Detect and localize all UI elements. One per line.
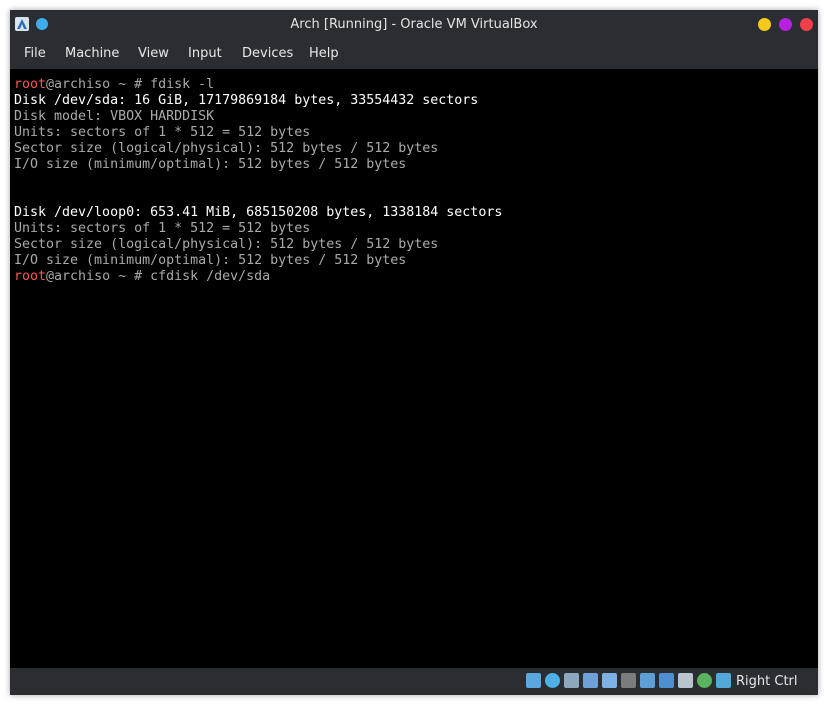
close-button[interactable] bbox=[800, 18, 813, 31]
menu-machine[interactable]: Machine bbox=[65, 39, 119, 69]
virtualbox-window: Arch [Running] - Oracle VM VirtualBox Fi… bbox=[10, 10, 818, 695]
prompt-user: root bbox=[14, 269, 47, 284]
virtualization-icon[interactable] bbox=[678, 673, 693, 688]
keyboard-icon[interactable] bbox=[716, 673, 731, 688]
host-key-label: Right Ctrl bbox=[736, 674, 798, 689]
title-bar[interactable]: Arch [Running] - Oracle VM VirtualBox bbox=[10, 10, 818, 39]
console-line-prompt-2: root@archiso ~ # cfdisk /dev/sda bbox=[14, 269, 270, 285]
prompt-user: root bbox=[14, 77, 47, 92]
console-line: I/O size (minimum/optimal): 512 bytes / … bbox=[14, 157, 407, 172]
console-line: Disk /dev/sda: 16 GiB, 17179869184 bytes… bbox=[14, 93, 479, 108]
menu-bar: File Machine View Input Devices Help bbox=[10, 39, 818, 69]
vm-console[interactable]: root@archiso ~ # fdisk -l Disk /dev/sda:… bbox=[10, 69, 818, 668]
hard-disk-icon[interactable] bbox=[526, 673, 541, 688]
console-line: Sector size (logical/physical): 512 byte… bbox=[14, 237, 439, 252]
console-line: I/O size (minimum/optimal): 512 bytes / … bbox=[14, 253, 407, 268]
menu-file[interactable]: File bbox=[24, 39, 46, 69]
menu-input[interactable]: Input bbox=[188, 39, 222, 69]
console-line: Units: sectors of 1 * 512 = 512 bytes bbox=[14, 125, 311, 140]
usb-icon[interactable] bbox=[602, 673, 617, 688]
prompt-host: @archiso ~ # bbox=[46, 77, 151, 92]
optical-drive-icon[interactable] bbox=[545, 673, 560, 688]
command-text: fdisk -l bbox=[150, 77, 215, 92]
recording-icon[interactable] bbox=[659, 673, 674, 688]
minimize-button[interactable] bbox=[758, 18, 771, 31]
prompt-host: @archiso ~ # bbox=[46, 269, 151, 284]
display-icon[interactable] bbox=[640, 673, 655, 688]
console-line: Sector size (logical/physical): 512 byte… bbox=[14, 141, 439, 156]
maximize-button[interactable] bbox=[779, 18, 792, 31]
console-line: Disk /dev/loop0: 653.41 MiB, 685150208 b… bbox=[14, 205, 503, 220]
window-title: Arch [Running] - Oracle VM VirtualBox bbox=[290, 17, 538, 32]
console-line: Units: sectors of 1 * 512 = 512 bytes bbox=[14, 221, 311, 236]
console-line: Disk model: VBOX HARDDISK bbox=[14, 109, 215, 124]
shared-folders-icon[interactable] bbox=[621, 673, 636, 688]
audio-icon[interactable] bbox=[564, 673, 579, 688]
mouse-integration-icon[interactable] bbox=[697, 673, 712, 688]
menu-devices[interactable]: Devices bbox=[242, 39, 293, 69]
menu-help[interactable]: Help bbox=[309, 39, 339, 69]
status-bar: Right Ctrl bbox=[10, 668, 818, 695]
network-icon[interactable] bbox=[583, 673, 598, 688]
console-line-prompt-1: root@archiso ~ # fdisk -l bbox=[14, 77, 214, 93]
command-text: cfdisk /dev/sda bbox=[150, 269, 271, 284]
menu-view[interactable]: View bbox=[138, 39, 169, 69]
